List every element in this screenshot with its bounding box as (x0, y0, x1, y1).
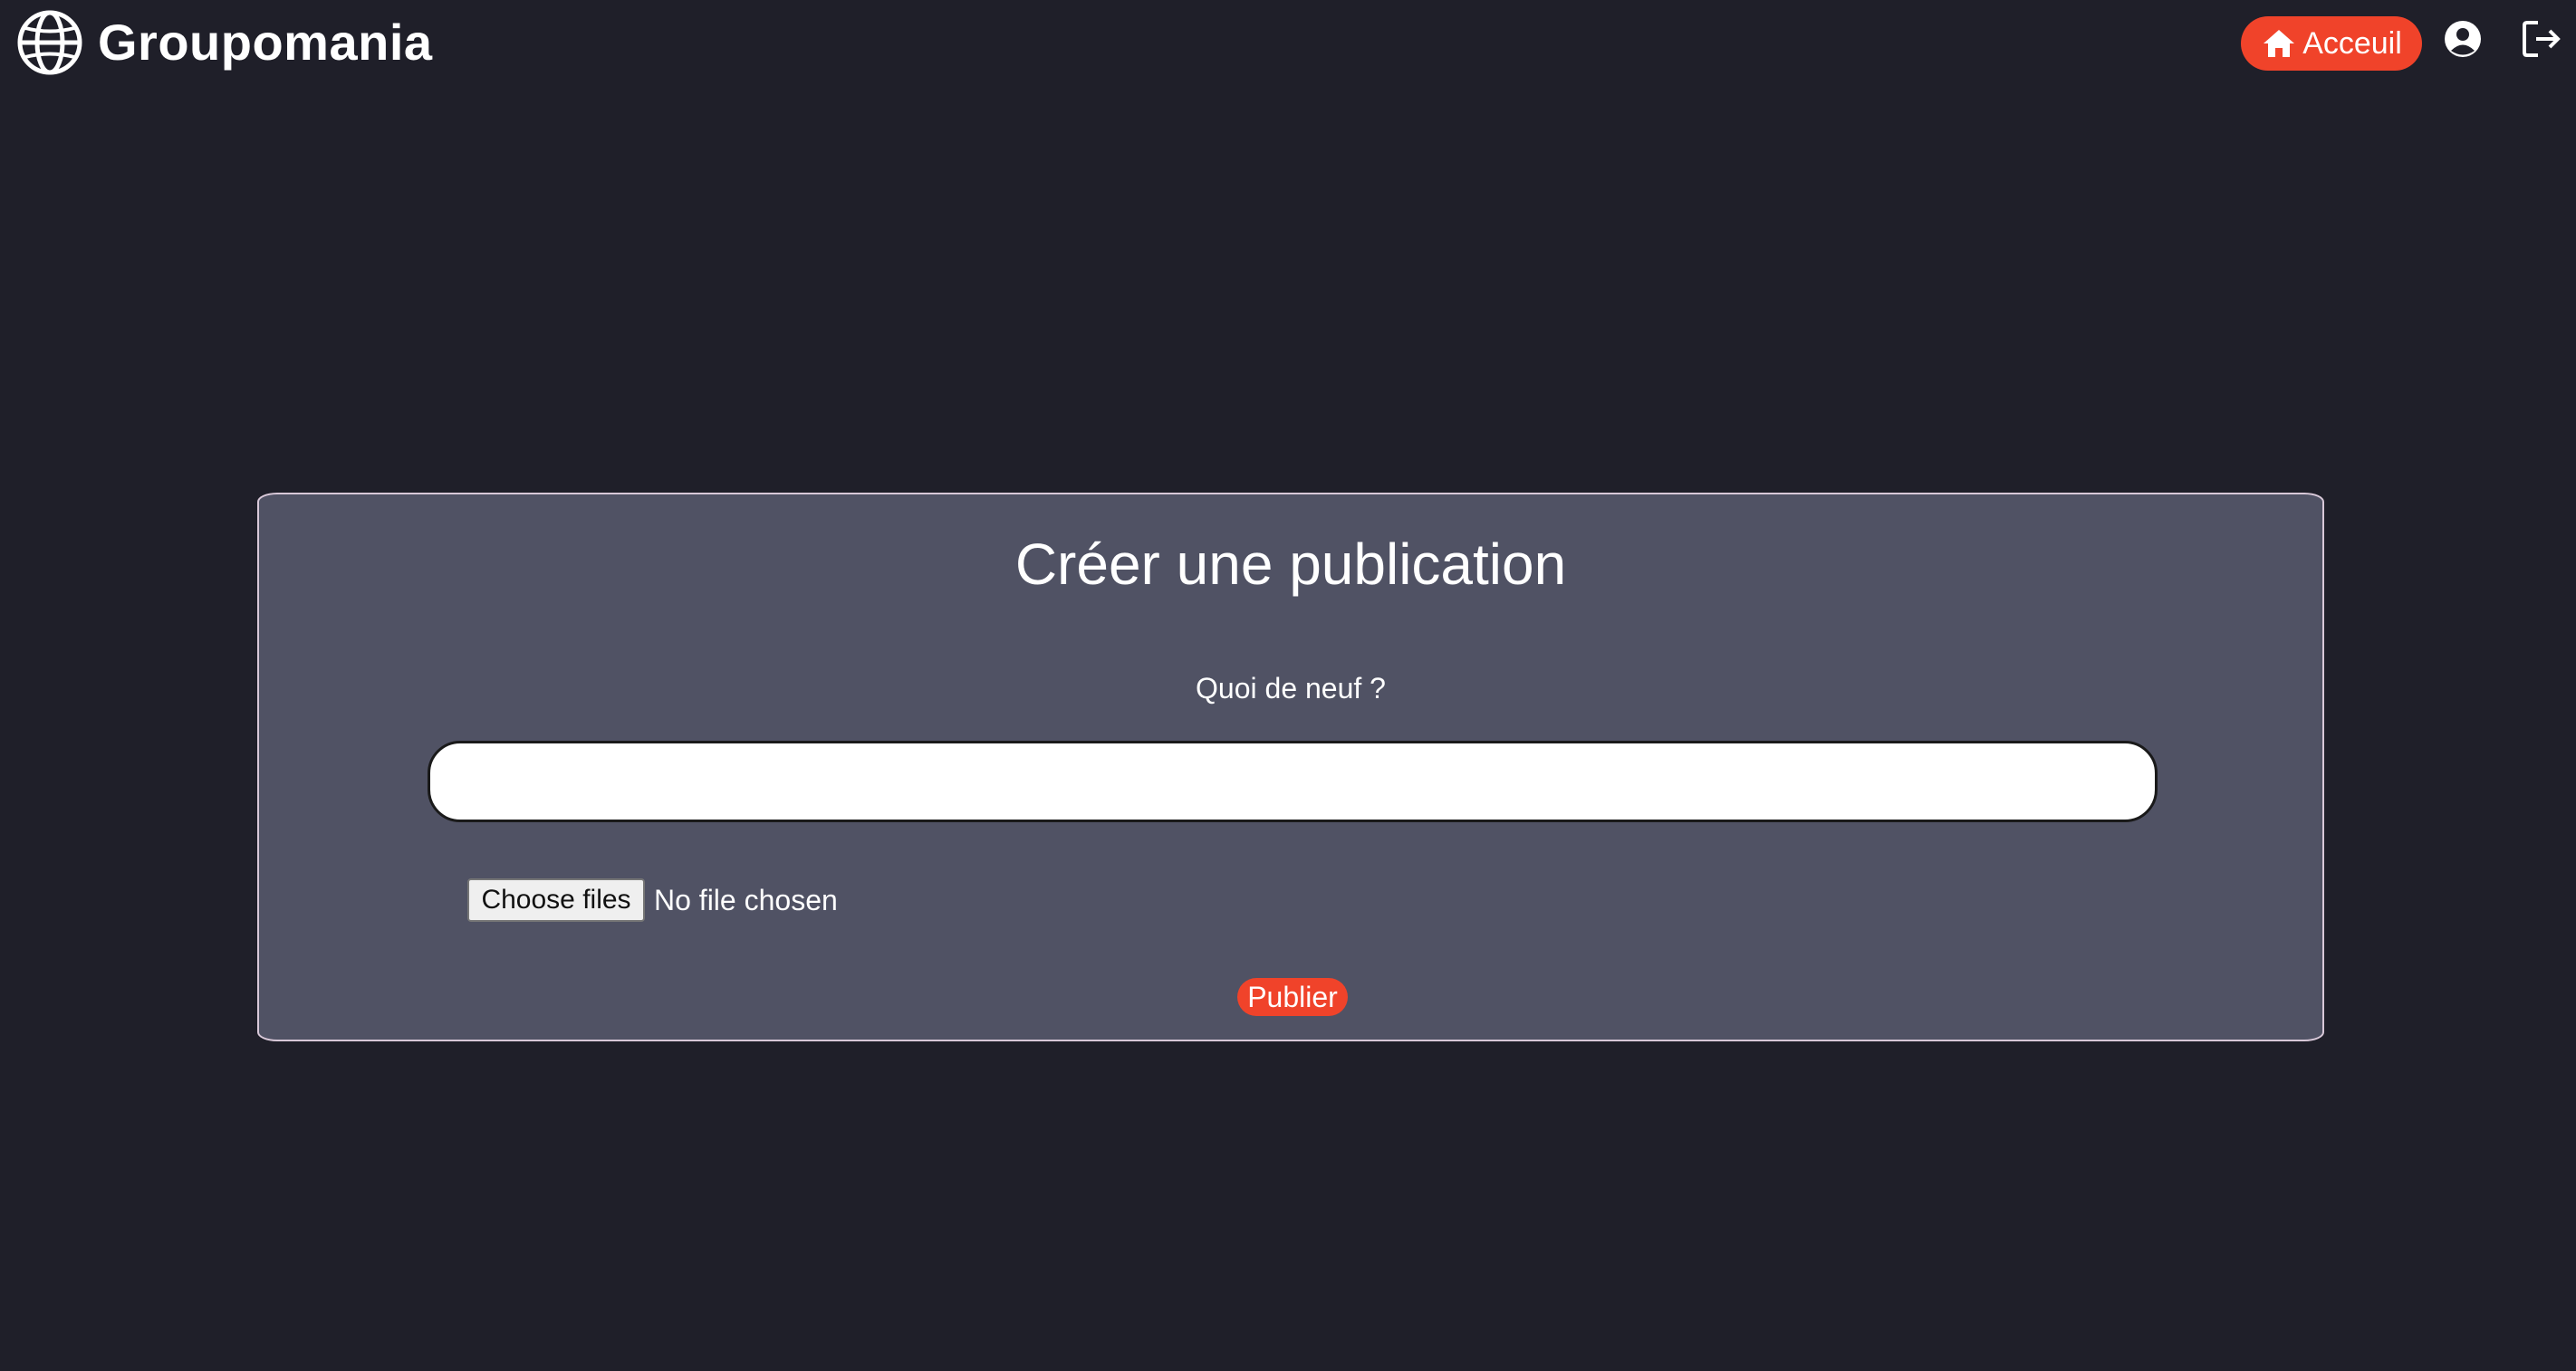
brand-logo[interactable]: Groupomania (16, 9, 433, 76)
brand-name: Groupomania (98, 14, 433, 71)
file-status-text: No file chosen (654, 883, 838, 916)
logout-icon[interactable] (2522, 19, 2562, 59)
post-text-input[interactable] (428, 741, 2158, 822)
home-button-label: Acceuil (2302, 25, 2402, 61)
top-header: Groupomania Acceuil (0, 0, 2576, 91)
choose-files-button[interactable]: Choose files (467, 878, 645, 922)
user-circle-icon[interactable] (2443, 19, 2483, 59)
create-post-card: Créer une publication Quoi de neuf ? Cho… (257, 493, 2324, 1041)
file-picker: Choose files No file chosen (467, 878, 838, 922)
publish-button[interactable]: Publier (1237, 978, 1348, 1016)
globe-icon (17, 10, 82, 75)
home-button[interactable]: Acceuil (2241, 16, 2422, 71)
page-title: Créer une publication (1014, 532, 1567, 597)
post-prompt-label: Quoi de neuf ? (1196, 672, 1386, 705)
home-icon (2264, 30, 2295, 57)
